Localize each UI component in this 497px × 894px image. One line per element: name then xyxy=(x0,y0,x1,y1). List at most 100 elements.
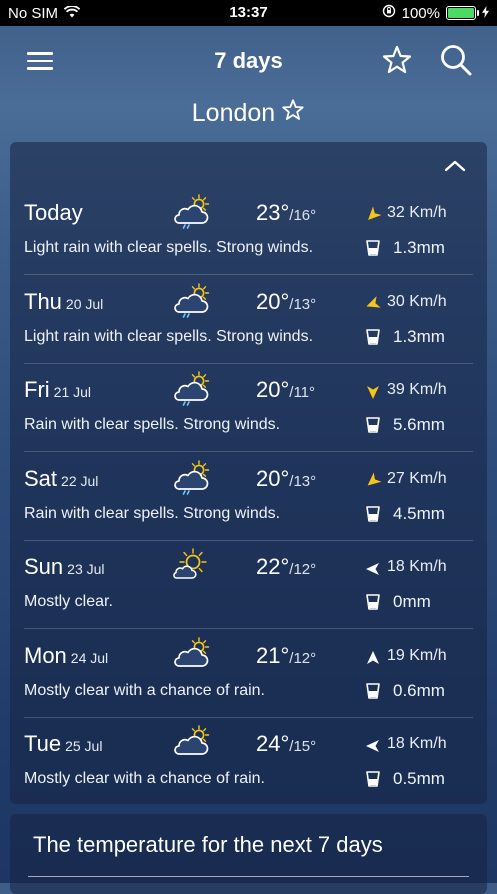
weather-description: Mostly clear with a chance of rain. xyxy=(24,681,265,699)
wind-speed: 39 Km/h xyxy=(387,381,447,398)
sun-cloud-icon xyxy=(172,548,214,582)
temperature: 23°/16° xyxy=(256,200,317,225)
forecast-row-6[interactable]: Tue 25 Jul 24°/15° 18 Km/h Mostly clear with… xyxy=(24,717,473,805)
battery-percent: 100% xyxy=(401,4,440,22)
cloud-sun-rain-icon xyxy=(172,459,214,495)
temp-low: 15° xyxy=(293,738,317,755)
precipitation: 0.5mm xyxy=(393,769,445,788)
cloud-sun-icon xyxy=(172,725,214,759)
forecast-row-4[interactable]: Sun 23 Jul 22°/12° 18 Km/h Mostly clear. 0mm xyxy=(24,540,473,629)
weather-description: Light rain with clear spells. Strong win… xyxy=(24,239,314,256)
status-right: 100% xyxy=(382,4,489,22)
rain-gauge-icon xyxy=(366,240,380,256)
page-title: 7 days xyxy=(214,48,283,73)
weather-description: Mostly clear. xyxy=(24,593,113,610)
day-name: Sat xyxy=(24,465,58,491)
precipitation: 4.5mm xyxy=(393,503,445,523)
day-date: 22 Jul xyxy=(61,472,99,489)
wind-direction-icon xyxy=(364,383,382,401)
forecast-row-2[interactable]: Fri 21 Jul 20°/11° 39 Km/h Rain with clear s… xyxy=(24,363,473,452)
rain-gauge-icon xyxy=(366,594,380,610)
temp-high: 20° xyxy=(256,465,290,491)
temp-high: 20° xyxy=(256,377,290,402)
day-name: Tue xyxy=(24,731,62,756)
weather-description: Rain with clear spells. Strong winds. xyxy=(24,416,281,433)
day-date: 21 Jul xyxy=(53,384,92,400)
location-header: London xyxy=(0,98,497,129)
temperature: 22°/12° xyxy=(256,554,317,579)
cloud-sun-rain-icon xyxy=(172,282,214,318)
day-label: Fri 21 Jul xyxy=(24,377,91,403)
temp-low: 13° xyxy=(293,295,317,313)
weather-description: Light rain with clear spells. Strong win… xyxy=(24,327,314,345)
day-date: 24 Jul xyxy=(70,649,109,666)
rain-gauge-icon xyxy=(366,328,380,345)
wind-speed: 30 Km/h xyxy=(387,292,447,310)
nav-bar: 7 days xyxy=(0,26,497,96)
day-label: Today xyxy=(24,200,87,226)
forecast-row-1[interactable]: Thu 20 Jul 20°/13° 30 Km/h Light rain with c… xyxy=(24,275,473,364)
temp-low: 12° xyxy=(293,649,317,667)
temperature: 21°/12° xyxy=(256,642,317,668)
weather-description: Mostly clear with a chance of rain. xyxy=(24,770,265,787)
day-label: Sun 23 Jul xyxy=(24,554,105,580)
wind-speed: 32 Km/h xyxy=(387,204,447,221)
rain-gauge-icon xyxy=(366,771,380,787)
day-label: Thu 20 Jul xyxy=(24,289,103,315)
wind-direction-icon xyxy=(364,560,382,578)
wind-direction-icon xyxy=(364,649,382,667)
temperature-chart-card: The temperature for the next 7 days xyxy=(10,814,487,894)
temp-low: 12° xyxy=(293,561,317,578)
precipitation: 1.3mm xyxy=(393,238,445,257)
temp-low: 16° xyxy=(293,207,317,224)
precipitation: 0.6mm xyxy=(393,680,445,700)
collapse-button[interactable] xyxy=(443,156,467,176)
day-name: Sun xyxy=(24,554,64,579)
search-button[interactable] xyxy=(438,42,474,78)
temp-high: 24° xyxy=(256,731,290,756)
forecast-row-3[interactable]: Sat 22 Jul 20°/13° 27 Km/h Rain with clear s… xyxy=(24,452,473,541)
temperature: 20°/11° xyxy=(256,377,316,402)
rain-gauge-icon xyxy=(366,505,380,522)
wind-speed: 18 Km/h xyxy=(387,735,447,752)
day-date: 23 Jul xyxy=(67,561,105,577)
wind-speed: 19 Km/h xyxy=(387,646,447,664)
rain-gauge-icon xyxy=(366,682,380,699)
cloud-sun-icon xyxy=(172,636,214,671)
temp-high: 23° xyxy=(256,200,290,225)
day-name: Today xyxy=(24,200,83,225)
chart-divider xyxy=(28,876,469,877)
temperature: 20°/13° xyxy=(256,465,317,491)
chevron-up-icon xyxy=(444,160,466,172)
search-icon xyxy=(441,45,472,76)
wind-direction-icon xyxy=(364,472,382,490)
precipitation: 5.6mm xyxy=(393,415,445,434)
wind-speed: 18 Km/h xyxy=(387,558,447,575)
city-favorite-star-icon[interactable] xyxy=(281,98,305,129)
day-label: Tue 25 Jul xyxy=(24,731,102,757)
wind-direction-icon xyxy=(364,206,382,224)
orientation-lock-icon xyxy=(382,4,396,22)
temp-low: 11° xyxy=(293,384,316,401)
precipitation: 0mm xyxy=(393,592,431,611)
day-name: Mon xyxy=(24,642,67,668)
city-name: London xyxy=(191,99,276,127)
favorite-button[interactable] xyxy=(381,44,413,76)
temp-high: 22° xyxy=(256,554,290,579)
forecast-card: Today 23°/16° 32 Km/h Light rain with clear… xyxy=(10,142,487,804)
forecast-row-5[interactable]: Mon 24 Jul 21°/12° 19 Km/h Mostly clear with… xyxy=(24,629,473,718)
temperature: 24°/15° xyxy=(256,731,317,756)
wind-speed: 27 Km/h xyxy=(387,469,447,487)
charging-bolt-icon xyxy=(482,5,489,22)
wind-direction-icon xyxy=(364,737,382,755)
forecast-row-0[interactable]: Today 23°/16° 32 Km/h Light rain with clear… xyxy=(24,186,473,275)
day-label: Mon 24 Jul xyxy=(24,643,108,669)
temp-high: 21° xyxy=(256,642,290,668)
temp-high: 20° xyxy=(256,288,290,314)
wind-direction-icon xyxy=(364,295,382,313)
day-name: Fri xyxy=(24,377,50,402)
day-date: 20 Jul xyxy=(65,295,104,312)
precipitation: 1.3mm xyxy=(393,326,445,346)
day-name: Thu xyxy=(24,288,62,314)
day-date: 25 Jul xyxy=(65,738,103,754)
